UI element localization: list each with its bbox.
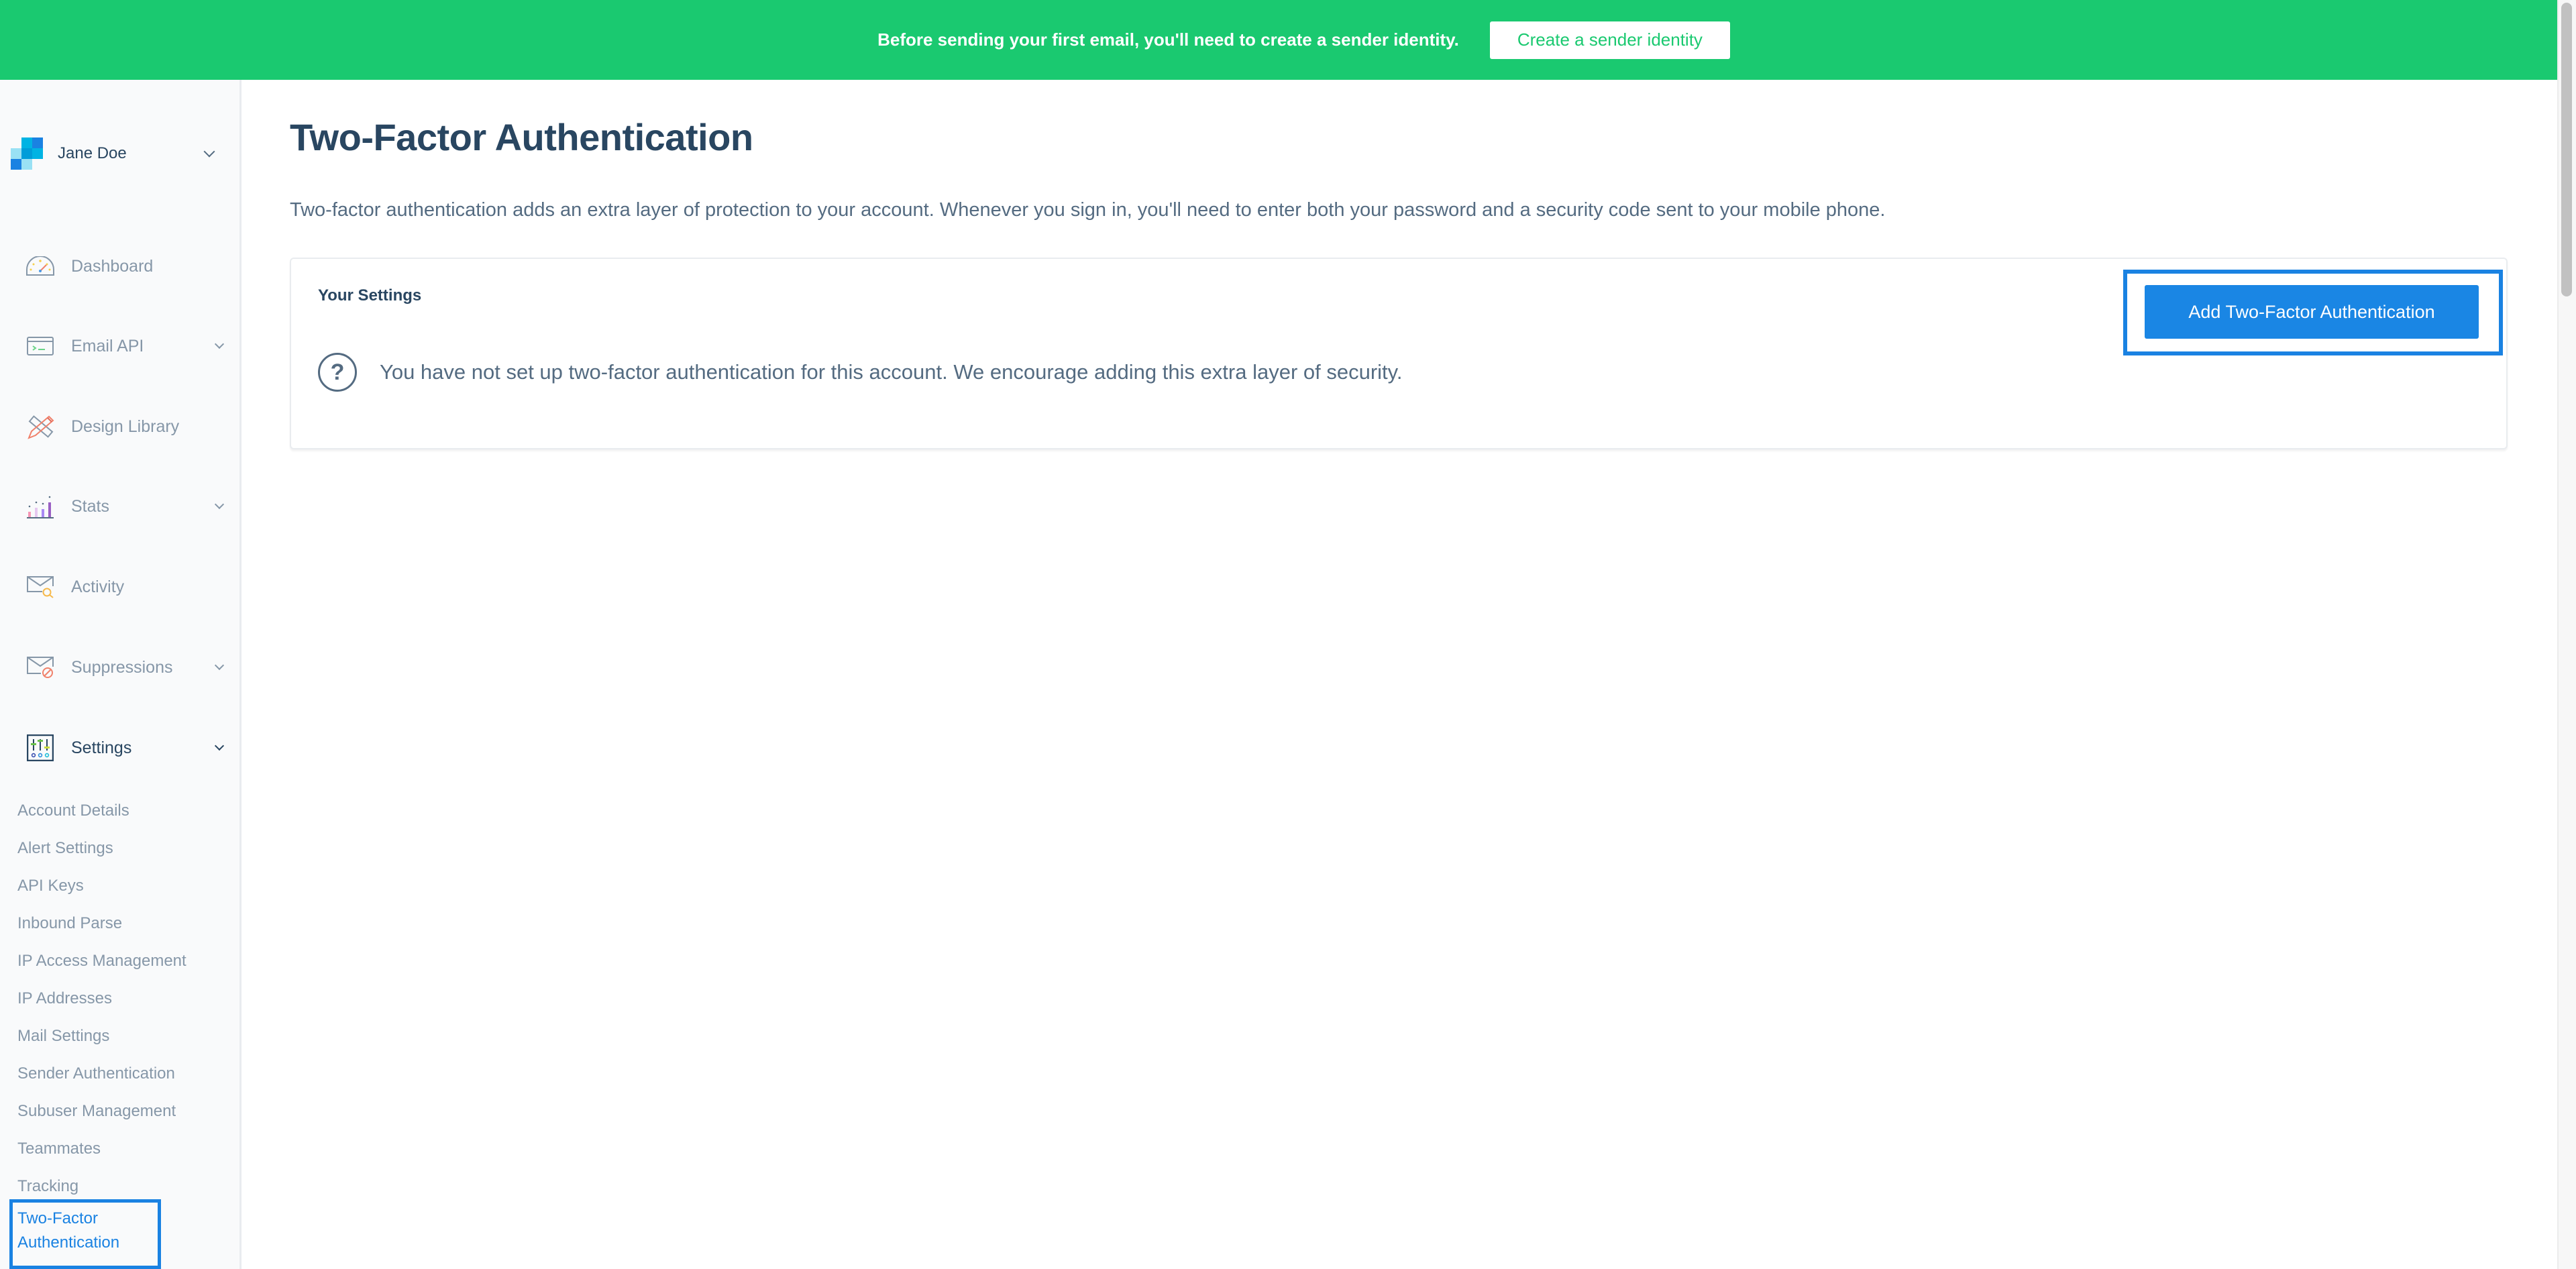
- settings-subitem-ip-access-management[interactable]: IP Access Management: [17, 951, 186, 971]
- chevron-down-icon: [203, 146, 215, 158]
- sidebar: Jane Doe Dashboard Email API Design Libr…: [0, 80, 241, 1269]
- settings-subitem-inbound-parse[interactable]: Inbound Parse: [17, 914, 122, 934]
- sidebar-item-label: Email API: [71, 336, 144, 355]
- sender-identity-banner: Before sending your first email, you'll …: [0, 0, 2557, 80]
- sidebar-item-design-library[interactable]: Design Library: [25, 406, 227, 447]
- settings-subitem-alert-settings[interactable]: Alert Settings: [17, 838, 113, 859]
- create-sender-identity-button[interactable]: Create a sender identity: [1489, 21, 1730, 59]
- mail-blocked-icon: [25, 653, 55, 682]
- sidebar-item-label: Suppressions: [71, 657, 173, 677]
- sidebar-item-label: Dashboard: [71, 256, 154, 276]
- question-circle-icon: ?: [318, 353, 357, 392]
- bar-chart-icon: [25, 492, 55, 521]
- sidebar-item-label: Settings: [71, 738, 132, 757]
- sidebar-item-label: Stats: [71, 496, 109, 516]
- sidebar-item-stats[interactable]: Stats: [25, 486, 227, 527]
- two-factor-status-message: ? You have not set up two-factor authent…: [318, 353, 1402, 392]
- sidebar-item-suppressions[interactable]: Suppressions: [25, 647, 227, 687]
- settings-subitem-subuser-management[interactable]: Subuser Management: [17, 1101, 176, 1121]
- logo-icon: [11, 137, 43, 170]
- card-title: Your Settings: [318, 286, 422, 305]
- account-name: Jane Doe: [58, 144, 127, 162]
- status-message-text: You have not set up two-factor authentic…: [380, 360, 1403, 384]
- settings-subitem-ip-addresses[interactable]: IP Addresses: [17, 989, 112, 1009]
- sidebar-item-dashboard[interactable]: Dashboard: [25, 246, 227, 286]
- sliders-icon: [25, 733, 55, 763]
- settings-subitem-teammates[interactable]: Teammates: [17, 1139, 101, 1159]
- subitem-label-line1: Two-Factor: [17, 1209, 99, 1227]
- subitem-label-line2: Authentication: [17, 1233, 120, 1252]
- sidebar-item-email-api[interactable]: Email API: [25, 326, 227, 366]
- terminal-icon: [25, 331, 55, 361]
- sidebar-item-label: Design Library: [71, 417, 180, 436]
- page-description: Two-factor authentication adds an extra …: [290, 199, 1886, 221]
- settings-subitem-account-details[interactable]: Account Details: [17, 801, 129, 821]
- page-title: Two-Factor Authentication: [290, 116, 753, 158]
- settings-subitem-two-factor-authentication[interactable]: Two-Factor Authentication: [9, 1199, 161, 1269]
- chevron-down-icon: [214, 740, 225, 751]
- pencil-ruler-icon: [25, 412, 55, 441]
- settings-subitem-tracking[interactable]: Tracking: [17, 1176, 78, 1197]
- chevron-down-icon: [214, 339, 225, 349]
- mail-search-icon: [25, 572, 55, 602]
- settings-subitem-mail-settings[interactable]: Mail Settings: [17, 1026, 109, 1046]
- sidebar-item-activity[interactable]: Activity: [25, 567, 227, 607]
- settings-subitem-api-keys[interactable]: API Keys: [17, 876, 84, 896]
- banner-message: Before sending your first email, you'll …: [877, 30, 1459, 50]
- chevron-down-icon: [214, 499, 225, 510]
- add-two-factor-authentication-button[interactable]: Add Two-Factor Authentication: [2145, 285, 2479, 339]
- gauge-icon: [25, 252, 55, 281]
- sidebar-item-settings[interactable]: Settings: [25, 728, 227, 768]
- scrollbar-thumb[interactable]: [2561, 3, 2572, 296]
- chevron-down-icon: [214, 660, 225, 671]
- account-switcher[interactable]: Jane Doe: [11, 133, 225, 174]
- settings-subitem-sender-authentication[interactable]: Sender Authentication: [17, 1064, 175, 1084]
- sidebar-item-label: Activity: [71, 577, 125, 596]
